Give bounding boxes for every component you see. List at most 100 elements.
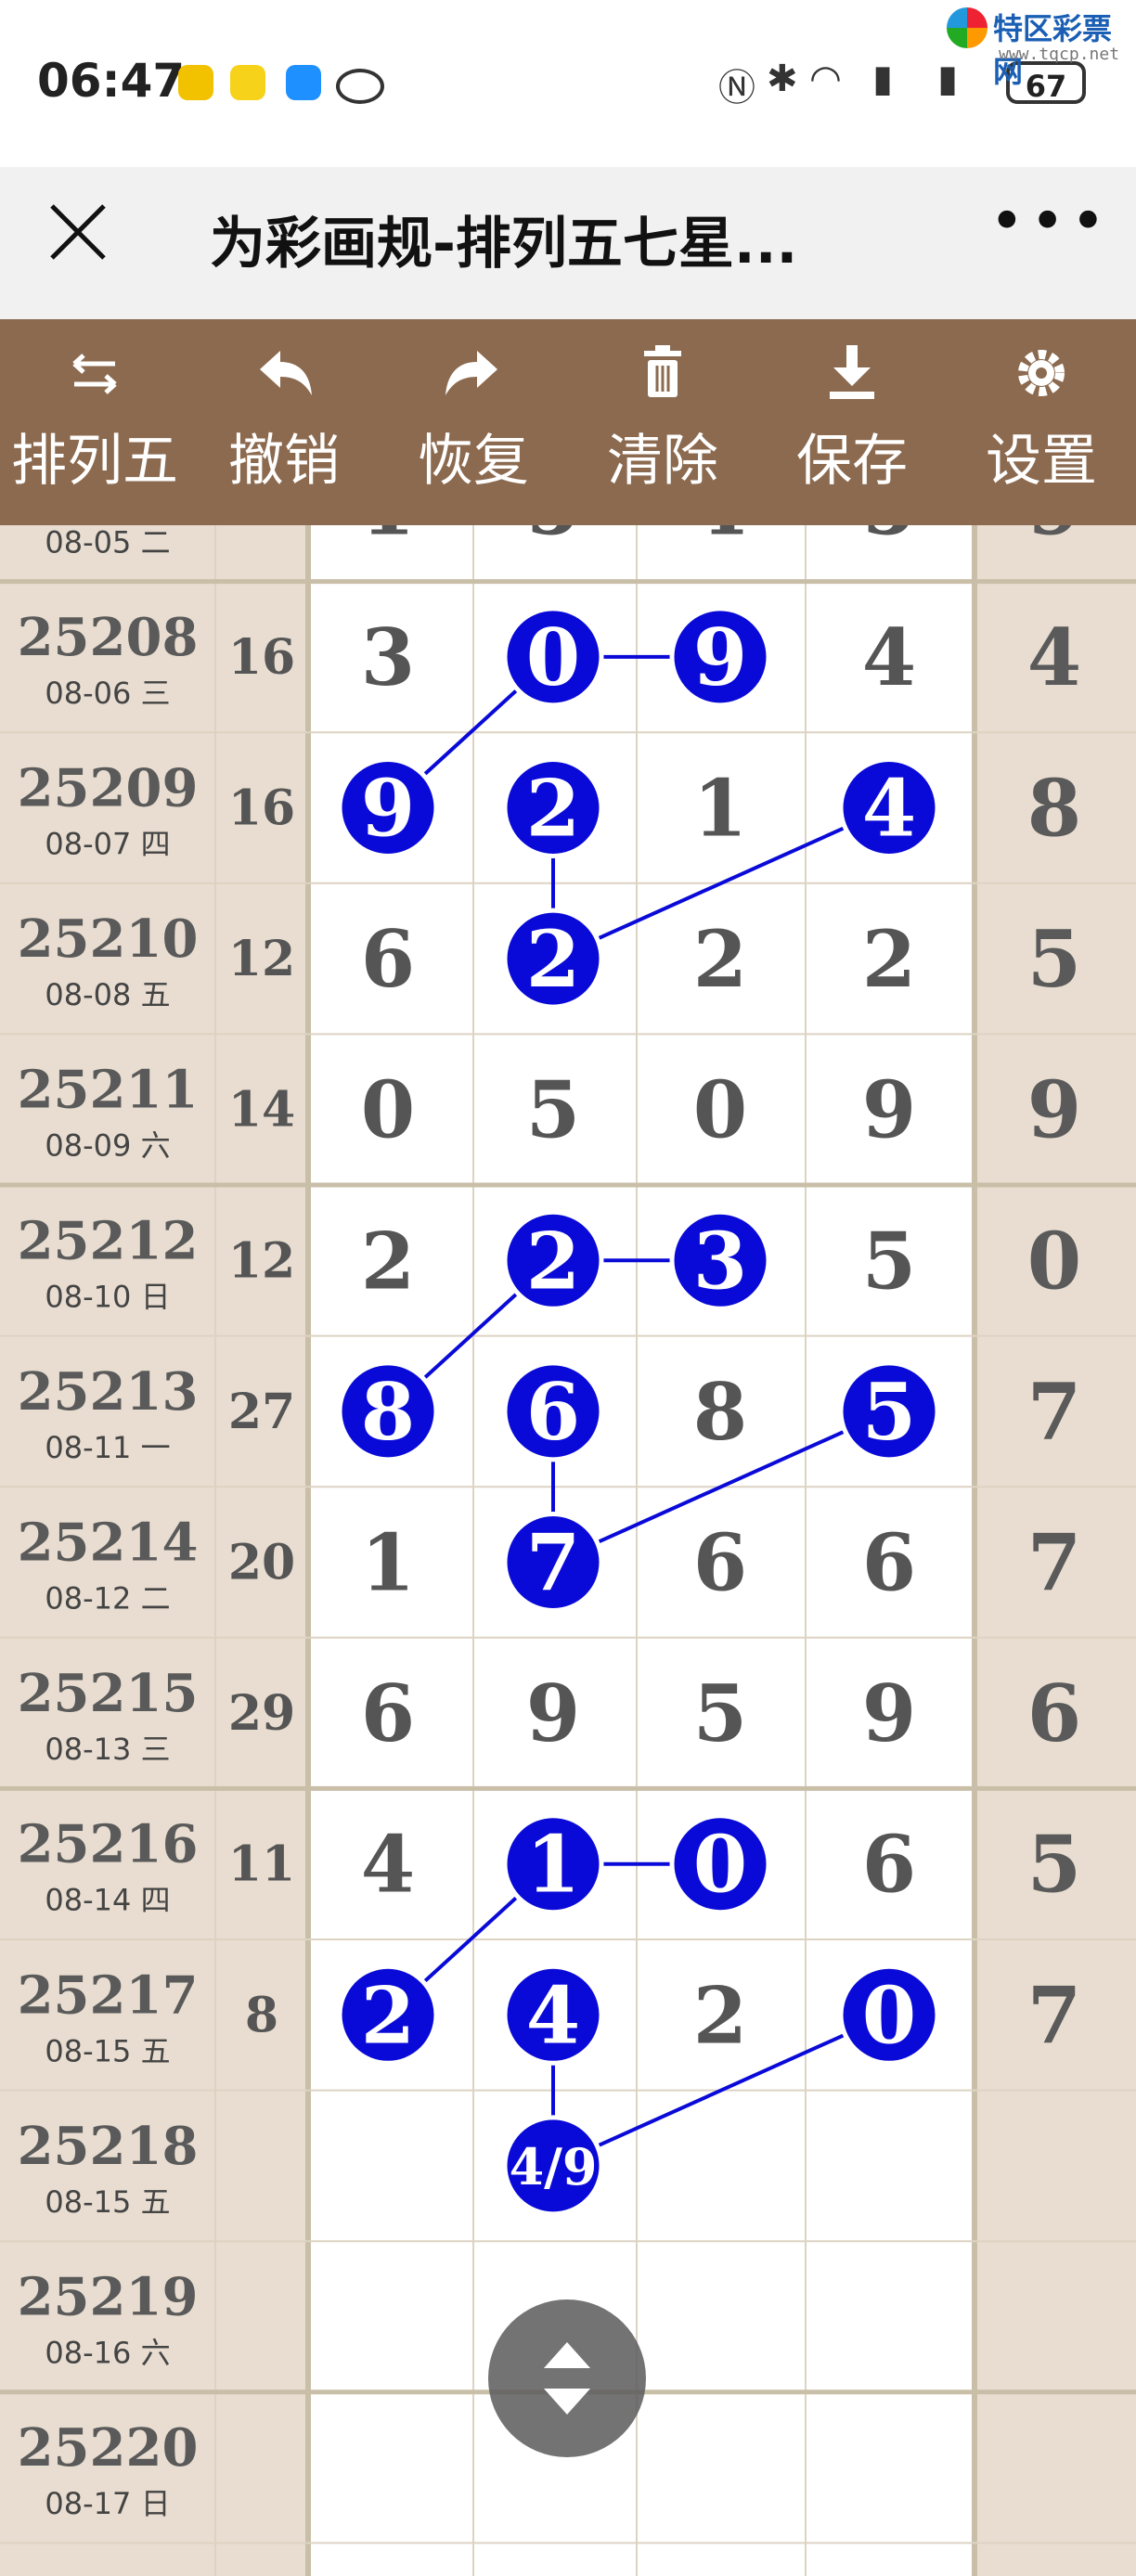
digit-cell: 5 [526,1064,580,1156]
extra-digit: 9 [1027,1064,1081,1156]
settings-button[interactable]: 设置 [947,319,1136,525]
extra-digit: 4 [1027,612,1081,703]
circled-digit: 2 [526,913,580,1005]
meituan-icon [230,65,265,100]
issue-date: 08-16 六 [45,2336,170,2371]
digit-cell: 2 [361,1215,415,1307]
digit-cell: 6 [361,913,415,1005]
digit-cell: 5 [526,525,580,552]
sum-value: 15 [228,525,295,535]
trend-grid[interactable]: 2520708-05 二15154592520808-06 三163094425… [0,525,1136,2576]
issue-number: 25220 [18,2417,199,2479]
scroll-toggle-button[interactable] [488,2299,646,2457]
circled-digit: 2 [526,763,580,855]
page-title: 为彩画规-排列五七星... [210,212,798,277]
circled-digit: 8 [361,1366,415,1458]
watermark-logo-icon [947,7,988,48]
extra-digit: 5 [1027,1819,1081,1911]
issue-date: 08-15 五 [45,2184,170,2220]
message-icon [286,65,321,100]
gear-icon [1018,350,1065,396]
clear-button[interactable]: 清除 [568,319,757,525]
eye-icon [336,69,384,104]
extra-digit: 8 [1027,763,1081,855]
digit-cell: 9 [862,1668,916,1759]
status-bar: 06:47 Ⓝ ✱ ◠ ▮ ▮ 67 特区彩票网 www.tqcp.net [0,0,1136,167]
sum-value: 8 [245,1987,278,2043]
toolbar-lottery-type-button[interactable]: 排列五 [0,319,189,525]
issue-date: 08-13 三 [45,1732,170,1767]
sum-value: 16 [228,629,295,686]
issue-number: 25216 [18,1814,199,1875]
circled-digit: 2 [526,1215,580,1307]
issue-date: 08-06 三 [45,676,170,711]
circled-digit: 7 [526,1517,580,1609]
status-time: 06:47 [37,54,186,108]
issue-date: 08-09 六 [45,1128,170,1164]
digit-cell: 6 [361,1668,415,1759]
circled-digit: 6 [526,1366,580,1458]
circled-digit: 3 [693,1215,747,1307]
extra-digit: 7 [1027,1517,1081,1609]
bluetooth-icon: ✱ [767,58,798,100]
issue-number: 25214 [18,1513,199,1574]
digit-cell: 6 [693,1517,747,1609]
sum-value: 29 [228,1685,295,1742]
nfc-icon: Ⓝ [718,67,755,109]
sum-value: 14 [228,1082,295,1139]
extra-digit: 7 [1027,1969,1081,2061]
issue-date: 08-14 四 [45,1883,170,1918]
issue-number: 25208 [18,607,199,668]
title-bar: 为彩画规-排列五七星... ••• [0,167,1136,319]
circled-digit: 0 [693,1819,747,1911]
digit-cell: 3 [361,612,415,703]
toolbar-label: 设置 [986,429,1097,494]
digit-cell: 8 [693,1366,747,1458]
extra-digit: 5 [1027,913,1081,1005]
issue-number: 25213 [18,1361,199,1423]
redo-button[interactable]: 恢复 [379,319,568,525]
issue-date: 08-11 一 [45,1430,170,1465]
extra-digit: 0 [1027,1215,1081,1307]
issue-date: 08-15 五 [45,2033,170,2068]
issue-date: 08-05 二 [45,525,170,560]
digit-cell: 5 [862,1215,916,1307]
close-icon[interactable] [41,195,115,269]
digit-cell: 5 [862,525,916,552]
toolbar-label: 保存 [796,429,908,494]
issue-number: 25211 [18,1060,199,1121]
sum-value: 12 [228,1232,295,1289]
digit-cell: 1 [693,763,747,855]
trash-icon [644,345,681,397]
issue-number: 25210 [18,908,199,970]
weibo-icon [178,65,213,100]
download-icon [830,345,874,399]
trend-grid-svg: 2520708-05 二15154592520808-06 三163094425… [0,525,1136,2576]
extra-digit: 9 [1027,525,1081,552]
issue-number: 25219 [18,2267,199,2328]
issue-number: 25215 [18,1663,199,1724]
swap-icon [72,354,117,394]
more-menu-icon[interactable]: ••• [989,187,1111,256]
digit-cell: 4 [361,1819,415,1911]
issue-number: 25218 [18,2116,199,2177]
undo-icon [260,351,312,395]
undo-button[interactable]: 撤销 [189,319,379,525]
wifi-icon: ◠ [809,58,842,100]
sum-value: 11 [228,1836,295,1893]
redo-icon [445,351,497,395]
circled-digit: 0 [526,612,580,703]
digit-cell: 5 [693,1668,747,1759]
digit-cell: 1 [361,525,415,552]
save-button[interactable]: 保存 [757,319,947,525]
digit-cell: 2 [693,1969,747,2061]
digit-cell: 4 [693,525,747,552]
toolbar: 排列五 撤销 恢复 清除 保存 设置 [0,319,1136,525]
digit-cell: 6 [862,1517,916,1609]
extra-digit: 6 [1027,1668,1081,1759]
sum-value: 27 [228,1384,295,1440]
digit-cell: 4 [862,612,916,703]
sum-value: 12 [228,931,295,987]
digit-cell: 6 [862,1819,916,1911]
digit-cell: 1 [361,1517,415,1609]
